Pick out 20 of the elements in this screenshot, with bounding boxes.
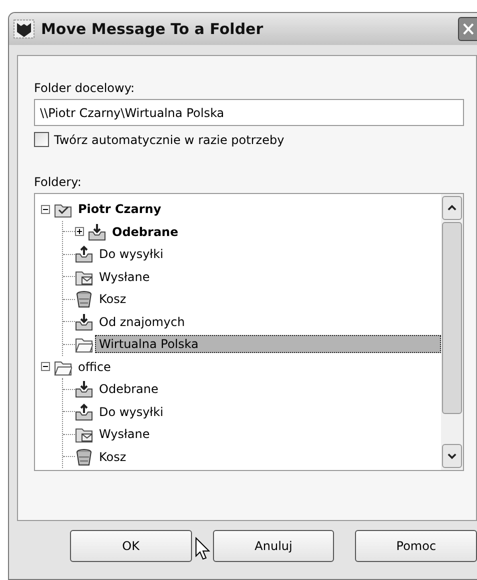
cancel-button[interactable]: Anuluj bbox=[212, 530, 334, 562]
checkbox-label: Twórz automatycznie w razie potrzeby bbox=[54, 132, 284, 146]
folder-item[interactable]: Do wysyłki bbox=[95, 402, 168, 421]
folder-item[interactable]: Odebrane bbox=[95, 380, 162, 398]
ok-button[interactable]: OK bbox=[70, 530, 192, 562]
folder-item[interactable]: Odebrane bbox=[108, 222, 182, 241]
folder-item[interactable]: Wysłane bbox=[95, 268, 154, 286]
folder-item[interactable]: Kosz bbox=[95, 448, 130, 466]
help-button[interactable]: Pomoc bbox=[355, 530, 477, 562]
field-label: Folder docelowy: bbox=[34, 81, 136, 95]
folder-item[interactable]: Wirtualna Polska bbox=[95, 335, 441, 354]
folder-item[interactable]: Wysłane bbox=[95, 425, 154, 444]
folder-item[interactable]: Do wysyłki bbox=[95, 245, 168, 264]
folder-item[interactable]: Od znajomych bbox=[95, 312, 189, 331]
window-title: Move Message To a Folder bbox=[41, 20, 264, 38]
tree-label: Foldery: bbox=[34, 175, 82, 189]
folder-item[interactable]: Piotr Czarny bbox=[74, 200, 166, 218]
folder-item[interactable]: office bbox=[74, 358, 115, 376]
folder-item[interactable]: Kosz bbox=[95, 290, 130, 308]
folder-path-field[interactable]: \\Piotr Czarny\Wirtualna Polska bbox=[34, 99, 464, 126]
